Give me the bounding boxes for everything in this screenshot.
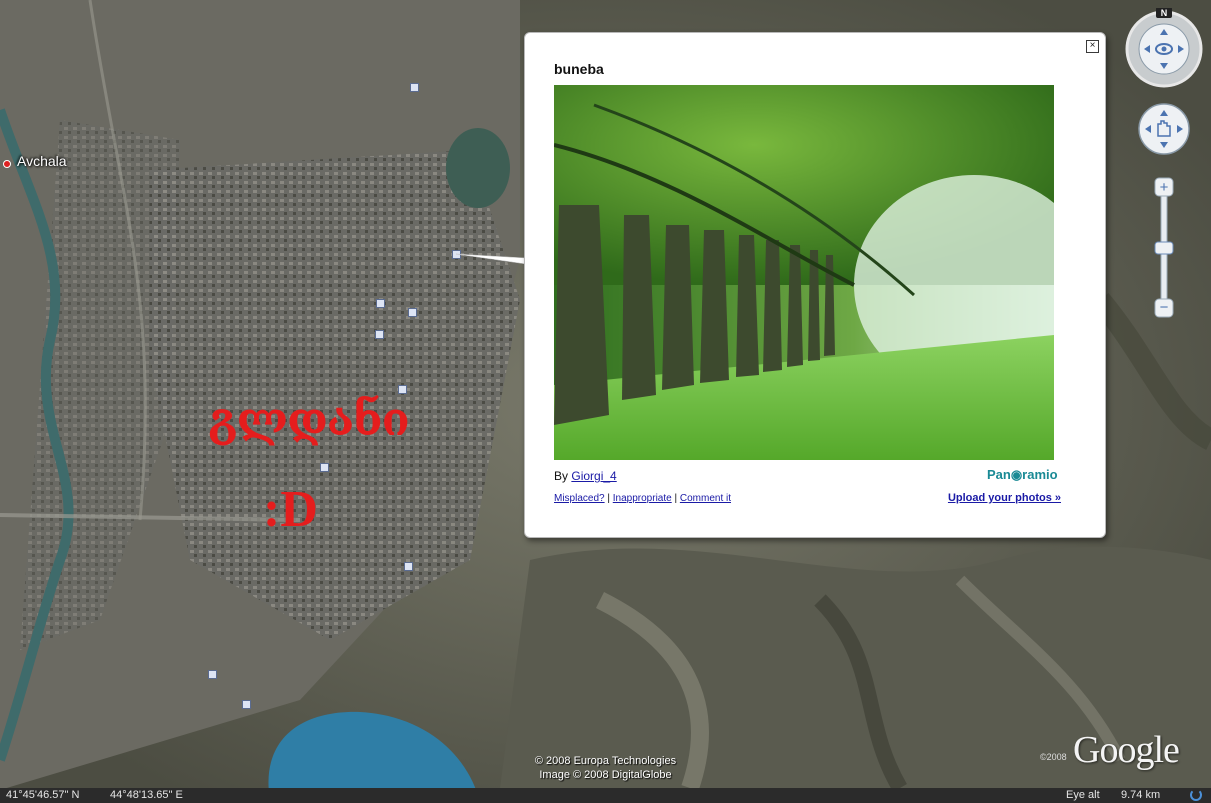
byline-prefix: By [554, 469, 569, 483]
info-balloon: × buneba By Giorgi_4 Pan◉ramio Misplaced… [524, 32, 1106, 538]
zoom-in-button[interactable]: + [1154, 177, 1174, 197]
zoom-out-label: − [1160, 299, 1169, 316]
comment-link[interactable]: Comment it [680, 493, 731, 504]
forest-photo [554, 85, 1054, 460]
zoom-in-label: + [1160, 179, 1169, 196]
google-logo-year: ©2008 [1040, 752, 1067, 762]
copyright-line-2: Image © 2008 DigitalGlobe [539, 769, 672, 781]
upload-photos-link[interactable]: Upload your photos » [948, 492, 1061, 504]
photo-marker[interactable] [404, 562, 413, 571]
navigation-controls: N + − [1125, 8, 1203, 318]
overlay-label-georgian: გლდანი [208, 392, 410, 446]
copyright-line-1: © 2008 Europa Technologies [534, 755, 677, 767]
balloon-title: buneba [554, 61, 604, 77]
longitude-readout: 44°48'13.65" E [110, 789, 183, 801]
google-logo: Google [1073, 729, 1180, 771]
close-icon[interactable]: × [1086, 40, 1099, 53]
overlay-label-smiley: :D [263, 481, 318, 538]
north-label: N [1161, 8, 1168, 18]
photo-marker[interactable] [375, 330, 384, 339]
photo-marker[interactable] [452, 250, 461, 259]
place-marker-icon[interactable] [3, 160, 11, 168]
byline: By Giorgi_4 [554, 469, 617, 483]
latitude-readout: 41°45'46.57" N [6, 789, 80, 801]
status-bar: 41°45'46.57" N 44°48'13.65" E Eye alt 9.… [0, 788, 1211, 803]
panoramio-logo[interactable]: Pan◉ramio [987, 467, 1058, 483]
photo-marker[interactable] [408, 308, 417, 317]
misplaced-link[interactable]: Misplaced? [554, 493, 605, 504]
place-label[interactable]: Avchala [17, 153, 67, 169]
photo-marker[interactable] [320, 463, 329, 472]
zoom-out-button[interactable]: − [1154, 298, 1174, 318]
look-joystick-icon[interactable] [1125, 10, 1203, 88]
eye-alt-value: 9.74 km [1121, 789, 1161, 801]
eye-alt-label: Eye alt [1066, 789, 1100, 801]
move-hand-icon[interactable] [1138, 103, 1190, 155]
photo-marker[interactable] [242, 700, 251, 709]
link-separator: | [674, 493, 678, 504]
link-separator: | [607, 493, 610, 504]
photo-marker[interactable] [376, 299, 385, 308]
author-link[interactable]: Giorgi_4 [571, 469, 616, 483]
streaming-progress-icon [1190, 789, 1202, 801]
photo-marker[interactable] [208, 670, 217, 679]
photo-marker[interactable] [410, 83, 419, 92]
inappropriate-link[interactable]: Inappropriate [613, 493, 672, 504]
zoom-slider-thumb[interactable] [1154, 241, 1174, 255]
balloon-links: Misplaced? | Inappropriate | Comment it [554, 493, 731, 504]
